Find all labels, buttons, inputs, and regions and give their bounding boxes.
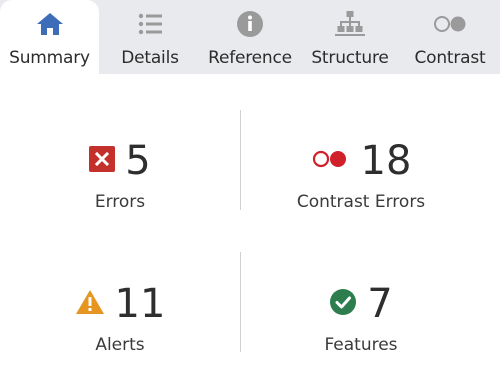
home-icon bbox=[30, 10, 70, 38]
tab-structure-label: Structure bbox=[311, 48, 389, 68]
hierarchy-icon bbox=[330, 10, 370, 38]
tab-details[interactable]: Details bbox=[100, 0, 200, 74]
contrast-error-icon bbox=[311, 148, 351, 174]
tab-contrast[interactable]: Contrast bbox=[400, 0, 500, 74]
tab-reference-label: Reference bbox=[208, 48, 292, 68]
features-summary: 7 Features bbox=[241, 279, 481, 359]
contrast-errors-label: Contrast Errors bbox=[296, 192, 426, 212]
info-icon bbox=[230, 10, 270, 38]
errors-label: Errors bbox=[94, 192, 146, 212]
tab-bar: Summary Details Reference Structure Cont… bbox=[0, 0, 500, 74]
list-icon bbox=[130, 10, 170, 38]
errors-summary: 5 Errors bbox=[0, 136, 240, 216]
alert-triangle-icon bbox=[75, 289, 105, 319]
contrast-errors-summary: 18 Contrast Errors bbox=[241, 136, 481, 216]
tab-summary[interactable]: Summary bbox=[0, 0, 99, 74]
features-count: 7 bbox=[367, 281, 393, 327]
tab-details-label: Details bbox=[121, 48, 179, 68]
contrast-errors-count: 18 bbox=[360, 138, 412, 184]
feature-check-icon bbox=[329, 288, 357, 320]
tab-reference[interactable]: Reference bbox=[200, 0, 300, 74]
alerts-summary: 11 Alerts bbox=[0, 279, 240, 359]
tab-structure[interactable]: Structure bbox=[300, 0, 400, 74]
contrast-icon bbox=[430, 10, 470, 38]
tab-contrast-label: Contrast bbox=[414, 48, 486, 68]
errors-count: 5 bbox=[125, 138, 151, 184]
error-x-icon bbox=[89, 146, 116, 176]
features-label: Features bbox=[324, 335, 398, 355]
alerts-label: Alerts bbox=[95, 335, 145, 355]
alerts-count: 11 bbox=[114, 281, 166, 327]
tab-summary-label: Summary bbox=[9, 48, 90, 68]
